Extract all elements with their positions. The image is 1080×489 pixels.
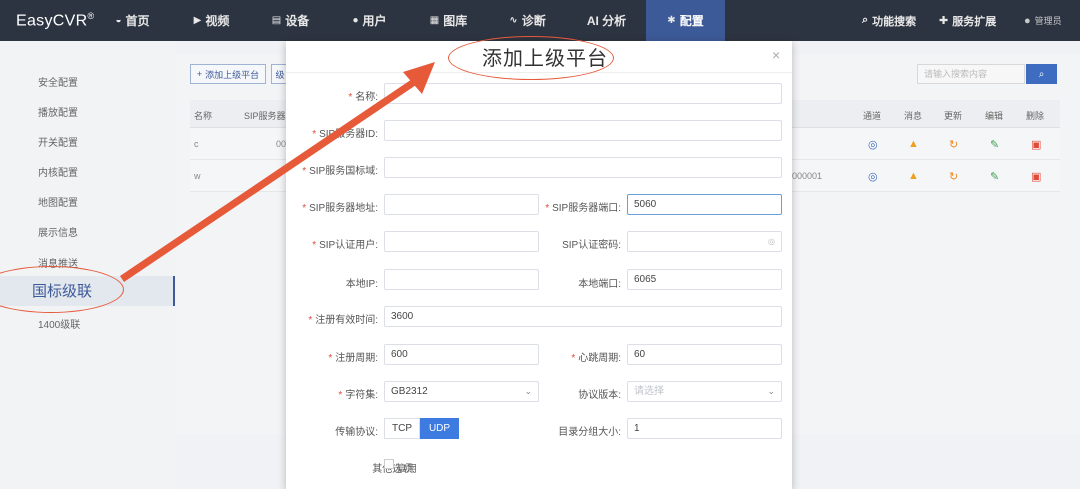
annotation-arrow bbox=[120, 62, 435, 282]
